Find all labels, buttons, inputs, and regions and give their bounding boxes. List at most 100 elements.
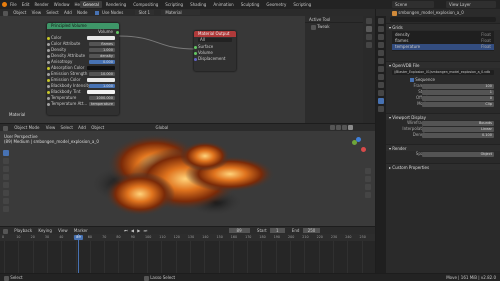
world-tab-icon[interactable] — [378, 58, 384, 64]
current-frame-field[interactable]: 89 — [228, 228, 250, 233]
modifier-tab-icon[interactable] — [378, 74, 384, 80]
color-swatch[interactable] — [87, 78, 115, 82]
input-socket[interactable] — [47, 48, 50, 52]
render-panel-header[interactable]: ▾ Render — [386, 144, 500, 151]
input-socket[interactable] — [47, 84, 50, 88]
output-tab-icon[interactable] — [378, 34, 384, 40]
file-path-field[interactable]: //Blaster_Explosion_01/smbongen_model_ex… — [392, 70, 494, 75]
tab-sculpting[interactable]: Sculpting — [238, 1, 263, 8]
tl-menu-keying[interactable]: Keying — [38, 228, 51, 233]
displacement-input-socket[interactable] — [194, 57, 197, 61]
view-layer-tab-icon[interactable] — [378, 42, 384, 48]
property-value-field[interactable]: 1 — [422, 90, 494, 95]
render-tab-icon[interactable] — [378, 26, 384, 32]
input-socket[interactable] — [47, 36, 50, 40]
property-value-field[interactable]: 0.100 — [422, 133, 494, 138]
property-value-field[interactable]: 100 — [422, 84, 494, 89]
tab-geometry[interactable]: Geometry — [263, 1, 289, 8]
play-icon[interactable]: ▶ — [137, 228, 140, 233]
input-socket[interactable] — [47, 66, 50, 70]
tab-compositing[interactable]: Compositing — [130, 1, 161, 8]
play-reverse-icon[interactable]: ◀ — [131, 228, 134, 233]
tab-item[interactable] — [366, 18, 372, 24]
object-tab-icon[interactable] — [378, 66, 384, 72]
tab-animation[interactable]: Animation — [210, 1, 236, 8]
principled-volume-node[interactable]: Principled Volume Volume Color Color Attr… — [47, 23, 119, 115]
playhead-frame-badge[interactable]: 89 — [74, 235, 83, 240]
color-swatch[interactable] — [87, 90, 115, 94]
menu-render[interactable]: Render — [34, 1, 48, 8]
tab-scripting-2[interactable]: Scripting — [290, 1, 314, 8]
input-value-field[interactable]: 1000.000 — [89, 96, 115, 100]
grid-row-temperature[interactable]: temperature Float — [392, 44, 494, 50]
blender-logo-icon[interactable] — [2, 2, 7, 7]
color-swatch[interactable] — [87, 36, 115, 40]
menu-file[interactable]: File — [10, 1, 17, 8]
properties-editor[interactable]: smbongen_model_explosion_a_0 ▾ Grids den… — [376, 9, 500, 273]
tab-shading[interactable]: Shading — [187, 1, 209, 8]
input-value-field[interactable]: 1.000 — [89, 84, 115, 88]
data-tab-icon[interactable] — [378, 98, 384, 104]
color-swatch[interactable] — [87, 66, 115, 70]
property-value-field[interactable]: Bounds — [422, 121, 494, 126]
openvdb-panel-header[interactable]: ▾ OpenVDB File — [386, 61, 500, 68]
tab-tool[interactable] — [366, 26, 372, 32]
input-socket[interactable] — [47, 102, 50, 106]
input-socket[interactable] — [47, 54, 50, 58]
material-output-node[interactable]: Material Output All Surface Volume Displ… — [194, 31, 236, 71]
input-socket[interactable] — [47, 72, 50, 76]
viewport-3d[interactable]: Object Mode View Select Add Object Globa… — [0, 124, 375, 226]
material-tab-icon[interactable] — [378, 106, 384, 112]
menu-edit[interactable]: Edit — [22, 1, 30, 8]
timeline-editor-icon[interactable] — [3, 228, 8, 234]
property-value-field[interactable]: Linear — [422, 127, 494, 132]
surface-input-socket[interactable] — [194, 45, 197, 49]
properties-search[interactable] — [390, 17, 496, 22]
property-value-field[interactable]: Object — [422, 152, 494, 157]
target-dropdown[interactable]: All — [198, 38, 232, 42]
tl-menu-playback[interactable]: Playback — [14, 228, 32, 233]
input-value-field[interactable]: 10.000 — [89, 72, 115, 76]
input-value-field[interactable]: flames — [89, 42, 115, 46]
end-field[interactable]: 250 — [302, 228, 321, 233]
volume-output-socket[interactable] — [116, 30, 119, 34]
tab-general[interactable]: General — [80, 1, 102, 8]
menu-window[interactable]: Window — [54, 1, 70, 8]
property-value-field[interactable]: Clip — [422, 102, 494, 107]
jump-end-icon[interactable]: ⏭ — [144, 228, 148, 233]
active-tool-panel-header[interactable]: Active Tool — [305, 16, 363, 23]
jump-start-icon[interactable]: ⏮ — [124, 228, 128, 233]
input-value-field[interactable]: density — [89, 54, 115, 58]
input-value-field[interactable]: 0.000 — [89, 60, 115, 64]
tab-options[interactable] — [366, 42, 372, 48]
tweak-tool-row[interactable]: Tweak — [305, 23, 363, 31]
tool-tab-icon[interactable] — [378, 18, 384, 24]
input-socket[interactable] — [47, 42, 50, 46]
property-value-field[interactable]: 0 — [422, 96, 494, 101]
input-socket[interactable] — [47, 78, 50, 82]
start-field[interactable]: 1 — [269, 228, 285, 233]
node-editor[interactable]: Object View Select Add Node Use Nodes Sl… — [0, 9, 375, 123]
sequence-checkbox[interactable] — [410, 78, 414, 82]
input-socket[interactable] — [47, 60, 50, 64]
scene-selector[interactable]: Scene — [392, 1, 434, 8]
tab-rendering[interactable]: Rendering — [103, 1, 129, 8]
custom-properties-panel-header[interactable]: ▸ Custom Properties — [386, 163, 500, 170]
tl-menu-view[interactable]: View — [58, 228, 68, 233]
constraints-tab-icon[interactable] — [378, 90, 384, 96]
volume-input-socket[interactable] — [194, 51, 197, 55]
input-socket[interactable] — [47, 96, 50, 100]
input-value-field[interactable]: temperature — [89, 102, 115, 106]
view-layer-selector[interactable]: View Layer — [446, 1, 496, 8]
input-socket[interactable] — [47, 90, 50, 94]
tab-scripting[interactable]: Scripting — [162, 1, 186, 8]
viewport-display-panel-header[interactable]: ▾ Viewport Display — [386, 113, 500, 120]
timeline[interactable]: Playback Keying View Marker ⏮ ◀ ▶ ⏭ 89 S… — [0, 227, 375, 273]
tl-menu-marker[interactable]: Marker — [74, 228, 88, 233]
input-value-field[interactable]: 1.000 — [89, 48, 115, 52]
physics-tab-icon[interactable] — [378, 82, 384, 88]
tab-view[interactable] — [366, 34, 372, 40]
grids-panel-header[interactable]: ▾ Grids — [386, 23, 500, 30]
grids-list[interactable]: density Float flames Float temperature F… — [392, 31, 494, 51]
scene-tab-icon[interactable] — [378, 50, 384, 56]
